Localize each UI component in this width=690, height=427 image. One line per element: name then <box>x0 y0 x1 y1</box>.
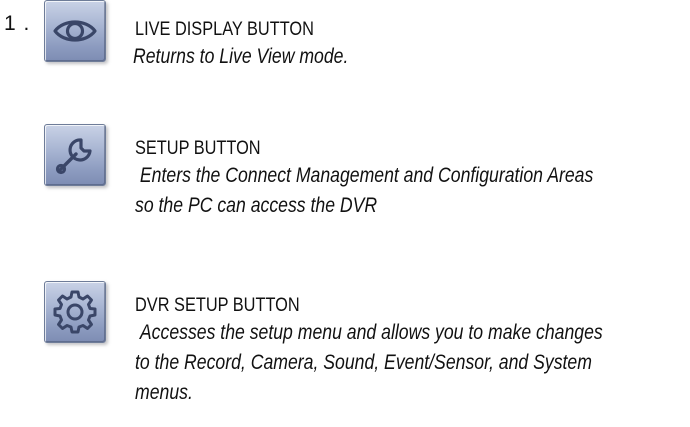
setup-description: Enters the Connect Management and Config… <box>135 164 594 217</box>
setup-button[interactable] <box>44 124 106 186</box>
live-display-title: LIVE DISPLAY BUTTON <box>135 19 314 40</box>
live-display-button[interactable] <box>44 0 106 62</box>
live-display-description: Returns to Live View mode. <box>133 45 349 68</box>
setup-title: SETUP BUTTON <box>135 138 261 159</box>
gear-icon <box>53 290 97 334</box>
dvr-setup-button[interactable] <box>44 281 106 343</box>
setup-entry: SETUP BUTTON Enters the Connect Manageme… <box>135 137 685 221</box>
item-number: 1 . <box>4 12 31 35</box>
live-display-entry: LIVE DISPLAY BUTTON Returns to Live View… <box>133 18 685 72</box>
eye-icon <box>53 20 97 42</box>
dvr-setup-description: Accesses the setup menu and allows you t… <box>135 321 603 404</box>
wrench-icon <box>55 138 92 175</box>
dvr-setup-title: DVR SETUP BUTTON <box>135 295 300 316</box>
dvr-setup-entry: DVR SETUP BUTTON Accesses the setup menu… <box>135 294 685 408</box>
